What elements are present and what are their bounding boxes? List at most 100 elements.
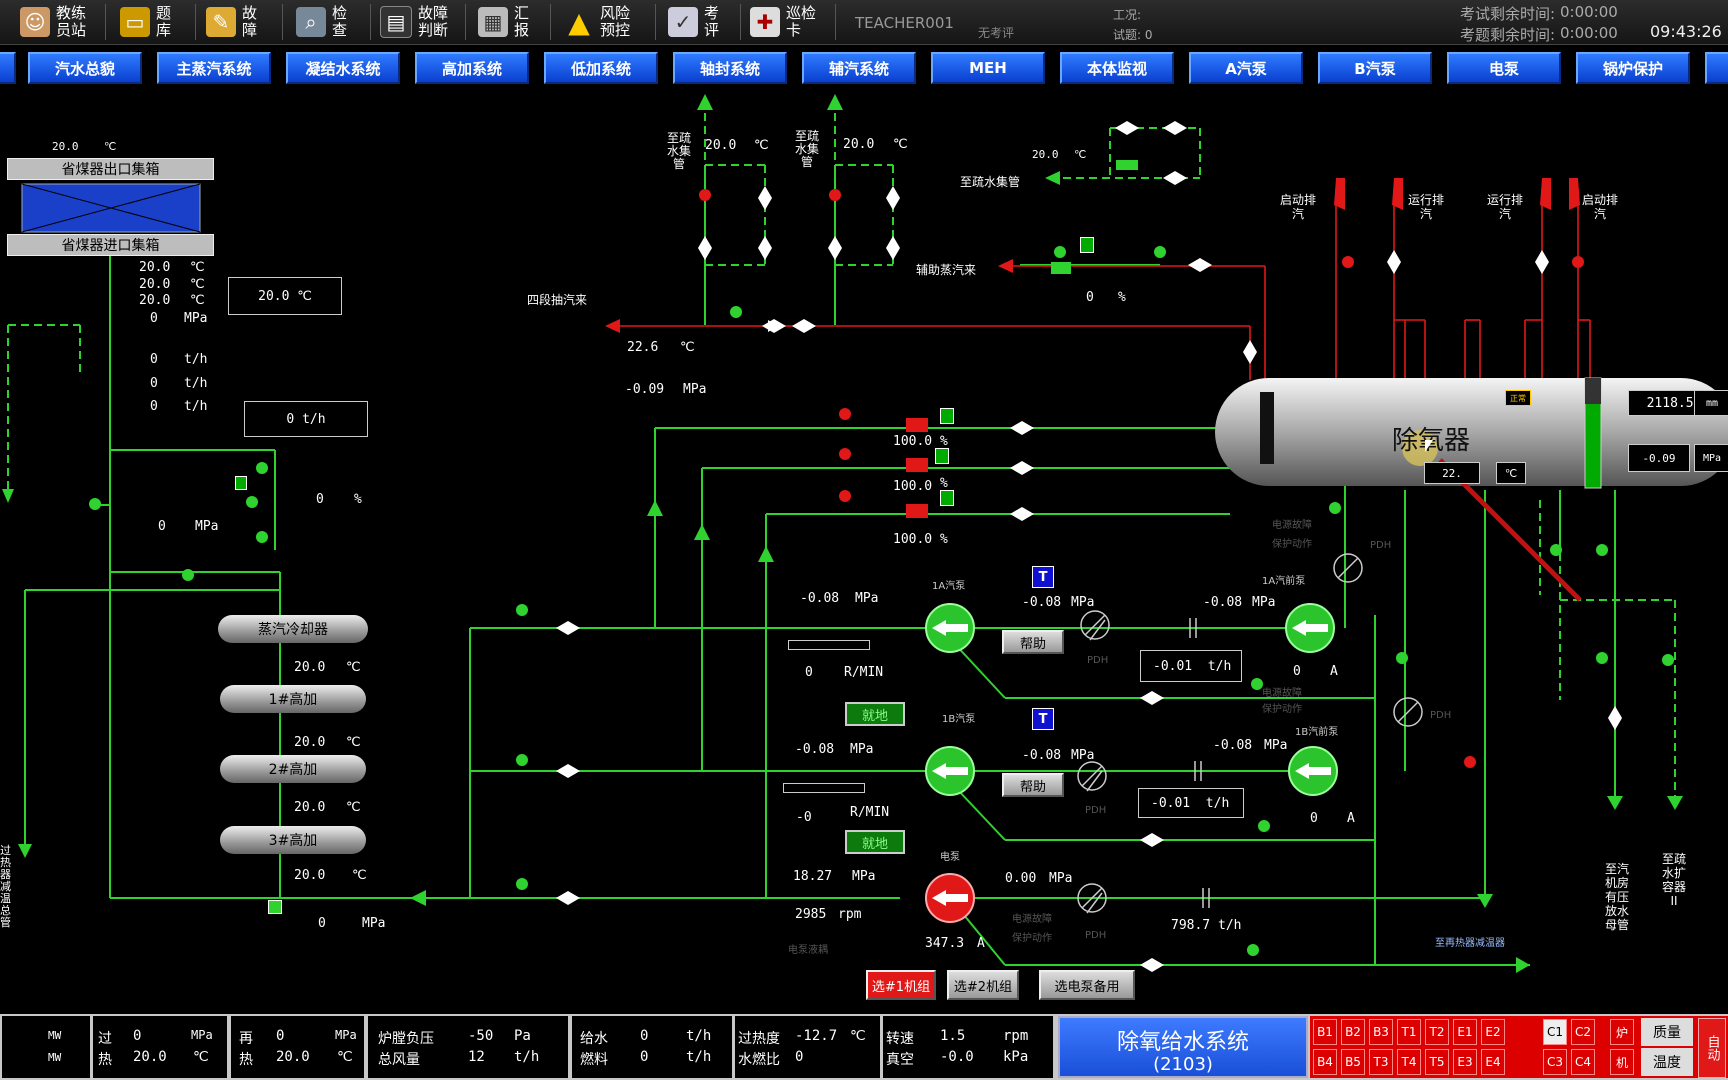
deaerator-level-unit: mm: [1694, 390, 1728, 416]
valve-pct-3: 100.0: [893, 532, 933, 547]
valve-pct-3-unit: %: [940, 532, 948, 547]
check-valve-green[interactable]: [268, 900, 282, 914]
eco-temp-box: 20.0 ℃: [228, 277, 342, 315]
flow-unit-3: t/h: [184, 399, 208, 414]
electric-pump-pressure: 18.27: [793, 869, 833, 884]
aux-steam-label: 辅助蒸汽来: [916, 263, 977, 277]
valve-pct-2-unit: %: [940, 476, 948, 491]
reheat-label-2: 热: [239, 1052, 253, 1068]
hp-temp-2: 20.0: [294, 735, 326, 750]
pdh-label-2: PDH: [1087, 655, 1109, 666]
status-bar: MW MW 过 热 0 20.0 MPa ℃ 再 热 0 20.0 MPa ℃ …: [0, 1014, 1728, 1080]
alarm-boiler[interactable]: 炉: [1610, 1019, 1634, 1045]
electric-pump-coupling-label: 电泵液耦: [788, 945, 828, 956]
select-unit1-button[interactable]: 选#1机组: [866, 970, 936, 1000]
deaerator-tag: 正常: [1505, 390, 1531, 406]
pump-b-t-button[interactable]: T: [1032, 708, 1054, 730]
pump-a-speed-bar: [788, 640, 870, 650]
alarm-b2[interactable]: B2: [1341, 1019, 1365, 1045]
eco-temp-unit-2: ℃: [190, 277, 205, 292]
alarm-b4[interactable]: B4: [1313, 1049, 1337, 1075]
reheat-pressure: 0: [276, 1028, 285, 1044]
flow-unit-1: t/h: [184, 352, 208, 367]
stage4-temp: 22.6: [627, 340, 659, 355]
alarm-c2[interactable]: C2: [1571, 1019, 1595, 1045]
superheat-label-2: 热: [98, 1052, 112, 1068]
alarm-c1[interactable]: C1: [1543, 1019, 1567, 1045]
alarm-t5[interactable]: T5: [1425, 1049, 1449, 1075]
select-unit2-button[interactable]: 选#2机组: [947, 970, 1019, 1000]
alarm-e3[interactable]: E3: [1453, 1049, 1477, 1075]
electric-pump-flow: 798.7: [1171, 918, 1211, 933]
aux-valve-percent: 0: [1086, 290, 1094, 305]
pump-a-local-button[interactable]: 就地: [845, 702, 905, 726]
eco-temp-unit-1: ℃: [190, 260, 205, 275]
hp-temp-unit-3: ℃: [346, 800, 361, 815]
m-tag-5: [1080, 237, 1094, 253]
alarm-t2[interactable]: T2: [1425, 1019, 1449, 1045]
drain-temp-3-unit: ℃: [1074, 148, 1087, 161]
pump-a-t-button[interactable]: T: [1032, 566, 1054, 588]
alarm-t4[interactable]: T4: [1397, 1049, 1421, 1075]
pump-a-outlet-pressure: -0.08: [1022, 595, 1062, 610]
temperature-button[interactable]: 温度: [1641, 1048, 1693, 1076]
pump-b-help-button[interactable]: 帮助: [1002, 773, 1064, 797]
alarm-b3[interactable]: B3: [1369, 1019, 1393, 1045]
run-vent-label-right: 运行排汽: [1486, 193, 1523, 221]
alarm-e1[interactable]: E1: [1453, 1019, 1477, 1045]
pump-b-current: 0: [1310, 811, 1318, 826]
alarm-t3[interactable]: T3: [1369, 1049, 1393, 1075]
fuel-label: 燃料: [580, 1052, 608, 1068]
pump-b-local-button[interactable]: 就地: [845, 830, 905, 854]
pump-b-outlet-pressure-unit: MPa: [1071, 748, 1095, 763]
pump-b-flow-unit: t/h: [1205, 795, 1230, 811]
economizer-inlet-header: 省煤器进口集箱: [7, 234, 214, 256]
alarm-c3[interactable]: C3: [1543, 1049, 1567, 1075]
spray-pressure-unit: MPa: [195, 519, 219, 534]
hp-temp-1: 20.0: [294, 660, 326, 675]
pump-a-help-button[interactable]: 帮助: [1002, 630, 1064, 654]
superheat-degree-value: -12.7: [795, 1028, 838, 1044]
stage4-pressure-unit: MPa: [683, 382, 707, 397]
alarm-c4[interactable]: C4: [1571, 1049, 1595, 1075]
alarm-b1[interactable]: B1: [1313, 1019, 1337, 1045]
superheat-pressure-unit: MPa: [191, 1028, 213, 1042]
alarm-turbine[interactable]: 机: [1610, 1049, 1634, 1075]
furnace-pressure-label: 炉膛负压: [378, 1031, 434, 1047]
quality-button[interactable]: 质量: [1641, 1018, 1693, 1046]
pump-a-rpm-unit: R/MIN: [844, 665, 884, 680]
fuel-value: 0: [640, 1049, 649, 1065]
start-vent-label-right: 启动排汽: [1581, 193, 1618, 221]
auto-button[interactable]: 自动: [1698, 1018, 1726, 1078]
hp-temp-3: 20.0: [294, 800, 326, 815]
hp-heater-3[interactable]: 3#高加: [220, 826, 366, 854]
vacuum-value: -0.0: [940, 1049, 974, 1065]
feedwater-label: 给水: [580, 1031, 608, 1047]
alarm-e2[interactable]: E2: [1481, 1019, 1505, 1045]
alarm-t1[interactable]: T1: [1397, 1019, 1421, 1045]
alarm-e4[interactable]: E4: [1481, 1049, 1505, 1075]
pdh-label-4: PDH: [1085, 805, 1107, 816]
steam-cooler[interactable]: 蒸汽冷却器: [218, 615, 368, 643]
alarm-b5[interactable]: B5: [1341, 1049, 1365, 1075]
pre-pump-a-name: 1A汽前泵: [1262, 576, 1306, 587]
electric-pump-current: 347.3: [925, 936, 965, 951]
flow-box: 0 t/h: [244, 401, 368, 437]
system-code: (2103): [1153, 1054, 1213, 1075]
pre-pump-a-protect-label: 保护动作: [1262, 704, 1302, 715]
superheater-spray-label: 过热器减温总管: [0, 844, 11, 929]
speed-label: 转速: [886, 1031, 914, 1047]
deaerator-pressure-unit: MPa: [1694, 444, 1728, 472]
speed-unit: rpm: [1003, 1028, 1029, 1044]
pre-pump-b-pressure-unit: MPa: [1264, 738, 1288, 753]
superheat-pressure: 0: [133, 1028, 142, 1044]
pdh-label-1: PDH: [1370, 540, 1392, 551]
furnace-pressure-value: -50: [468, 1028, 494, 1044]
pre-pump-a-pressure-unit: MPa: [1252, 595, 1276, 610]
reheat-pressure-unit: MPa: [335, 1028, 357, 1042]
vacuum-label: 真空: [886, 1052, 914, 1068]
hp-heater-1[interactable]: 1#高加: [220, 685, 366, 713]
select-electric-pump-backup-button[interactable]: 选电泵备用: [1039, 970, 1135, 1000]
hp-heater-2[interactable]: 2#高加: [220, 755, 366, 783]
hp-bottom-pressure-unit: MPa: [362, 916, 386, 931]
